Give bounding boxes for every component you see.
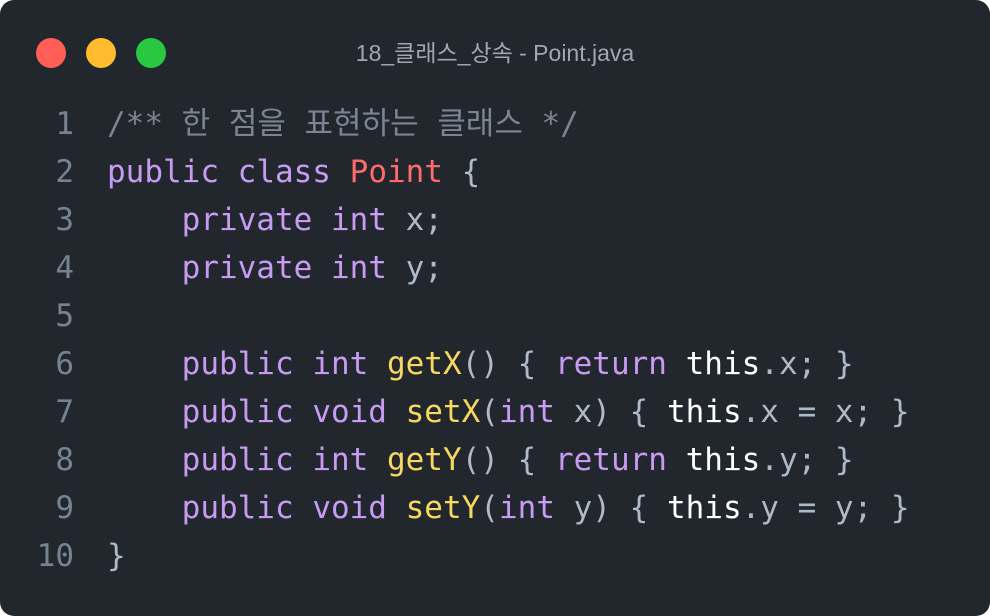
- code-token: .x = x; }: [741, 394, 910, 430]
- window-title: 18_클래스_상속 - Point.java: [355, 40, 635, 66]
- code-line[interactable]: 10}: [0, 532, 990, 580]
- line-number: 10: [36, 538, 74, 574]
- code-token: public: [107, 154, 219, 190]
- code-token: public: [181, 442, 294, 478]
- code-token: return: [554, 442, 667, 478]
- code-line[interactable]: 9 public void setY(int y) { this.y = y; …: [0, 484, 990, 532]
- code-token: .x; }: [760, 346, 854, 382]
- line-number: 3: [55, 202, 74, 238]
- code-line[interactable]: 7 public void setX(int x) { this.x = x; …: [0, 388, 990, 436]
- code-line[interactable]: 8 public int getY() { return this.y; }: [0, 436, 990, 484]
- code-token: getX: [386, 346, 462, 382]
- code-token: int: [330, 202, 387, 238]
- code-token: /** 한 점을 표현하는 클래스 */: [107, 106, 579, 142]
- code-text: private int x;: [107, 196, 443, 244]
- line-number: 5: [55, 298, 74, 334]
- code-token: (: [480, 490, 499, 526]
- code-token: setY: [405, 490, 481, 526]
- code-text: public class Point {: [107, 148, 480, 196]
- code-token: this: [666, 394, 742, 430]
- code-token: int: [330, 250, 387, 286]
- line-number: 9: [55, 490, 74, 526]
- code-line[interactable]: 4 private int y;: [0, 244, 990, 292]
- code-token: }: [107, 538, 126, 574]
- code-token: public: [181, 394, 294, 430]
- code-token: public: [181, 490, 294, 526]
- code-text: }: [107, 532, 126, 580]
- code-token: .y; }: [760, 442, 854, 478]
- code-token: int: [498, 490, 555, 526]
- line-number: 4: [55, 250, 74, 286]
- line-number: 2: [55, 154, 74, 190]
- code-line[interactable]: 1 /** 한 점을 표현하는 클래스 */: [0, 100, 990, 148]
- line-number: 8: [55, 442, 74, 478]
- code-token: () {: [461, 346, 555, 382]
- code-token: void: [312, 394, 387, 430]
- code-token: this: [666, 490, 742, 526]
- code-token: getY: [386, 442, 462, 478]
- code-text: public int getY() { return this.y; }: [107, 436, 854, 484]
- code-token: Point: [349, 154, 443, 190]
- code-text: /** 한 점을 표현하는 클래스 */: [107, 100, 579, 148]
- code-token: this: [685, 346, 761, 382]
- code-text: public void setY(int y) { this.y = y; }: [107, 484, 910, 532]
- code-line[interactable]: 3 private int x;: [0, 196, 990, 244]
- code-token: setX: [405, 394, 481, 430]
- code-token: private: [181, 250, 313, 286]
- code-token: private: [181, 202, 313, 238]
- code-token: int: [312, 346, 369, 382]
- code-line[interactable]: 6 public int getX() { return this.x; }: [0, 340, 990, 388]
- code-token: y) {: [554, 490, 667, 526]
- code-token: x) {: [554, 394, 667, 430]
- code-window: 18_클래스_상속 - Point.java 1 /** 한 점을 표현하는 클래…: [0, 0, 990, 616]
- line-number: 6: [55, 346, 74, 382]
- code-token: void: [312, 490, 387, 526]
- code-editor[interactable]: 1 /** 한 점을 표현하는 클래스 */ 2 public class Point…: [0, 100, 990, 580]
- code-text: private int y;: [107, 244, 443, 292]
- line-number: 1: [55, 106, 74, 142]
- code-token: (: [480, 394, 499, 430]
- code-token: int: [312, 442, 369, 478]
- code-text: public void setX(int x) { this.x = x; }: [107, 388, 910, 436]
- code-text: public int getX() { return this.x; }: [107, 340, 854, 388]
- code-token: this: [685, 442, 761, 478]
- code-token: class: [237, 154, 331, 190]
- code-token: () {: [461, 442, 555, 478]
- code-line[interactable]: 2 public class Point {: [0, 148, 990, 196]
- code-line[interactable]: 5: [0, 292, 990, 340]
- title-bar: 18_클래스_상속 - Point.java: [0, 0, 990, 104]
- code-token: public: [181, 346, 294, 382]
- code-token: .y = y; }: [741, 490, 910, 526]
- code-token: int: [498, 394, 555, 430]
- code-token: {: [442, 154, 481, 190]
- line-number: 7: [55, 394, 74, 430]
- code-token: y;: [386, 250, 443, 286]
- code-token: x;: [386, 202, 443, 238]
- code-token: return: [554, 346, 667, 382]
